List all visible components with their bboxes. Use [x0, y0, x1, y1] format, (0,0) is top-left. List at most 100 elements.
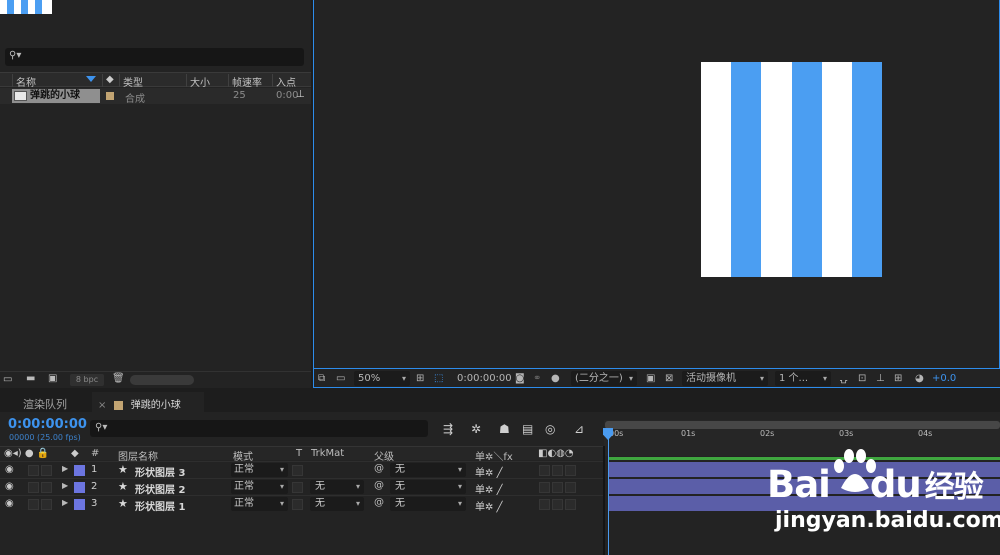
project-item-row[interactable]: 弹跳的小球 合成 25 0:00 ⊥	[0, 88, 311, 105]
resolution-dropdown[interactable]: (二分之一) ▾	[571, 371, 637, 386]
parent-dropdown[interactable]: 无 ▾	[390, 463, 466, 477]
col-in[interactable]: 入点	[272, 74, 311, 89]
bpc-button[interactable]: 8 bpc	[70, 374, 104, 386]
lock-toggle[interactable]	[41, 482, 52, 493]
snapshot-icon[interactable]: ◙	[515, 371, 525, 386]
timeline-divider[interactable]	[603, 446, 605, 555]
flowchart-icon-2[interactable]: ⊞	[894, 371, 902, 386]
time-navigator[interactable]	[605, 421, 1000, 429]
playhead-line[interactable]	[608, 432, 609, 555]
interpret-footage-icon[interactable]: ▭	[3, 374, 12, 385]
viewer-timecode[interactable]: 0:00:00:00	[457, 371, 512, 386]
parent-dropdown[interactable]: 无 ▾	[390, 497, 466, 511]
project-scrollbar[interactable]	[130, 375, 194, 385]
hide-shy-layers-icon[interactable]: ☗	[499, 422, 510, 436]
motion-blur-icon[interactable]: ◎	[545, 422, 555, 436]
layer-row[interactable]: ◉ ▶ 3 ★ 形状图层 1 正常 ▾ 无 ▾ @ 无 ▾ 单✲ ╱	[0, 495, 604, 513]
transparency-grid-icon[interactable]: ⊠	[665, 371, 673, 386]
col-number[interactable]: #	[91, 448, 99, 459]
layer-switches-icons[interactable]: 单✲ ╱	[475, 464, 503, 479]
pickwhip-icon[interactable]: @	[374, 463, 384, 474]
visibility-eye-icon[interactable]: ◉	[5, 481, 14, 492]
layer-label-color[interactable]	[74, 465, 85, 476]
layer-switches-icons[interactable]: 单✲ ╱	[475, 498, 503, 513]
expand-triangle-icon[interactable]: ▶	[62, 464, 68, 473]
show-snapshot-icon[interactable]: ⚭	[533, 371, 541, 386]
current-time-display[interactable]: 0:00:00:00	[8, 417, 87, 432]
close-icon[interactable]: ×	[98, 400, 106, 411]
project-search-input[interactable]: ⚲▾	[5, 48, 304, 66]
switch-box[interactable]	[565, 499, 576, 510]
col-t[interactable]: T	[296, 448, 302, 459]
trkmat-dropdown[interactable]: 无 ▾	[310, 480, 364, 494]
region-of-interest-icon[interactable]: ⬚	[434, 371, 443, 386]
preserve-transparency-toggle[interactable]	[292, 499, 303, 510]
layer-row[interactable]: ◉ ▶ 2 ★ 形状图层 2 正常 ▾ 无 ▾ @ 无 ▾ 单✲ ╱	[0, 478, 604, 496]
blend-mode-dropdown[interactable]: 正常 ▾	[231, 463, 288, 477]
lock-toggle[interactable]	[41, 499, 52, 510]
composition-viewer[interactable]	[313, 0, 1000, 368]
expand-triangle-icon[interactable]: ▶	[62, 498, 68, 507]
tab-render-queue[interactable]: 渲染队列	[23, 396, 67, 412]
color-channel-icon[interactable]: ●	[551, 371, 560, 386]
camera-dropdown[interactable]: 活动摄像机 ▾	[682, 371, 768, 386]
audio-toggle[interactable]	[28, 482, 39, 493]
audio-toggle[interactable]	[28, 465, 39, 476]
visibility-eye-icon[interactable]: ◉	[5, 498, 14, 509]
safe-margins-icon[interactable]: ⊞	[416, 371, 424, 386]
draft-3d-icon[interactable]: ✲	[471, 422, 481, 436]
switch-box[interactable]	[539, 482, 550, 493]
layer-label-color[interactable]	[74, 482, 85, 493]
new-comp-icon[interactable]: ▣	[48, 373, 57, 384]
blend-mode-dropdown[interactable]: 正常 ▾	[231, 497, 288, 511]
pickwhip-icon[interactable]: @	[374, 480, 384, 491]
label-tag-icon[interactable]: ◆	[102, 74, 119, 87]
col-fps[interactable]: 帧速率	[228, 74, 272, 89]
comp-mini-flowchart-icon[interactable]: ⇶	[443, 422, 453, 436]
layer-name[interactable]: 形状图层 2	[135, 481, 185, 496]
exposure-value[interactable]: +0.0	[932, 371, 956, 386]
layer-label-color[interactable]	[74, 499, 85, 510]
fast-preview-icon[interactable]: ▣	[646, 371, 655, 386]
switch-box[interactable]	[552, 482, 563, 493]
graph-editor-icon[interactable]: ⊿	[574, 422, 584, 436]
pickwhip-icon[interactable]: @	[374, 497, 384, 508]
new-folder-icon[interactable]: ▬	[26, 373, 35, 384]
col-trkmat[interactable]: TrkMat	[311, 448, 344, 459]
reset-exposure-icon[interactable]: ◕	[915, 371, 924, 386]
preserve-transparency-toggle[interactable]	[292, 465, 303, 476]
tab-composition[interactable]: × 弹跳的小球 ≡	[92, 392, 204, 422]
trash-icon[interactable]: 🗑	[112, 373, 125, 384]
switch-box[interactable]	[539, 465, 550, 476]
layer-row[interactable]: ◉ ▶ 1 ★ 形状图层 3 正常 ▾ @ 无 ▾ 单✲ ╱	[0, 461, 604, 479]
frame-blending-icon[interactable]: ▤	[522, 422, 533, 436]
layer-name[interactable]: 形状图层 1	[135, 498, 185, 513]
zoom-dropdown[interactable]: 50% ▾	[354, 371, 410, 386]
comp-flowchart-icon[interactable]: ⊥	[876, 371, 885, 386]
switch-box[interactable]	[552, 465, 563, 476]
monitor-icon[interactable]: ▭	[336, 371, 345, 386]
comp-canvas[interactable]	[701, 62, 883, 277]
toggle-pixel-aspect-icon[interactable]: ⍽	[840, 371, 848, 386]
visibility-eye-icon[interactable]: ◉	[5, 464, 14, 475]
views-dropdown[interactable]: 1 个... ▾	[775, 371, 831, 386]
col-type[interactable]: 类型	[119, 74, 186, 89]
flowchart-icon[interactable]: ⊥	[296, 89, 305, 100]
timeline-link-icon[interactable]: ⊡	[858, 371, 866, 386]
always-preview-icon[interactable]: ⧉	[318, 371, 325, 386]
preserve-transparency-toggle[interactable]	[292, 482, 303, 493]
timeline-search-input[interactable]: ⚲▾	[90, 420, 428, 437]
switch-box[interactable]	[565, 465, 576, 476]
audio-toggle[interactable]	[28, 499, 39, 510]
layer-switches-icons[interactable]: 单✲ ╱	[475, 481, 503, 496]
expand-triangle-icon[interactable]: ▶	[62, 481, 68, 490]
switch-box[interactable]	[565, 482, 576, 493]
switch-box[interactable]	[552, 499, 563, 510]
lock-toggle[interactable]	[41, 465, 52, 476]
switch-box[interactable]	[539, 499, 550, 510]
col-size[interactable]: 大小	[186, 74, 228, 89]
trkmat-dropdown[interactable]: 无 ▾	[310, 497, 364, 511]
layer-name[interactable]: 形状图层 3	[135, 464, 185, 479]
blend-mode-dropdown[interactable]: 正常 ▾	[231, 480, 288, 494]
parent-dropdown[interactable]: 无 ▾	[390, 480, 466, 494]
